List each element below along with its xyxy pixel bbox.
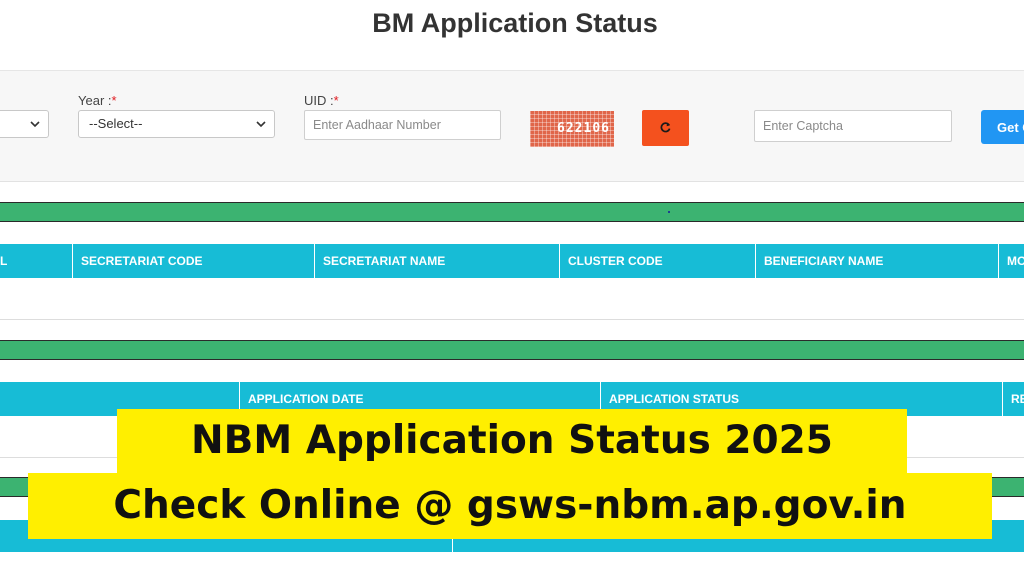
year-select-value: --Select-- <box>89 116 143 131</box>
banner-headline: NBM Application Status 2025 <box>117 409 907 473</box>
column-header: MO <box>1007 254 1024 268</box>
beneficiary-table-header: L SECRETARIAT CODE SECRETARIAT NAME CLUS… <box>0 244 1024 278</box>
chevron-down-icon <box>30 121 40 128</box>
refresh-icon <box>660 122 671 133</box>
get-status-button[interactable]: Get C <box>981 110 1024 144</box>
banner-website: Check Online @ gsws-nbm.ap.gov.in <box>28 473 992 539</box>
year-label: Year :* <box>78 93 117 108</box>
year-select[interactable]: --Select-- <box>78 110 275 138</box>
required-mark: * <box>111 93 117 108</box>
column-header: RE <box>1011 392 1024 406</box>
refresh-captcha-button[interactable] <box>642 110 689 146</box>
captcha-image: 622106 <box>530 111 614 147</box>
chevron-down-icon <box>256 121 266 128</box>
bar-dot <box>668 211 670 213</box>
captcha-input[interactable] <box>754 110 952 142</box>
aadhaar-input[interactable] <box>304 110 501 140</box>
first-select[interactable] <box>0 110 49 138</box>
column-header: SECRETARIAT CODE <box>73 244 315 278</box>
required-mark: * <box>333 93 339 108</box>
column-header: SECRETARIAT NAME <box>315 244 560 278</box>
section-bar-2 <box>0 340 1024 360</box>
column-header: L <box>0 244 73 278</box>
uid-label: UID :* <box>304 93 339 108</box>
column-header: CLUSTER CODE <box>560 244 756 278</box>
section-bar-1 <box>0 202 1024 222</box>
page-title: BM Application Status <box>372 8 658 38</box>
screenshot-stage: BM Application Status Year :* --Select--… <box>0 0 1024 576</box>
beneficiary-table-body <box>0 278 1024 320</box>
column-header: BENEFICIARY NAME <box>756 244 999 278</box>
